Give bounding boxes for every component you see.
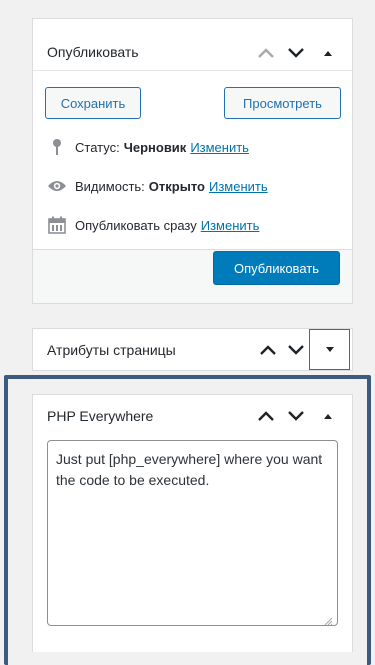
php-code-textarea[interactable]: Just put [php_everywhere] where you want…: [47, 440, 338, 626]
eye-icon: [47, 176, 67, 196]
calendar-icon: [47, 215, 67, 235]
edit-schedule-link[interactable]: Изменить: [201, 218, 260, 233]
publish-box: Опубликовать Сохранить Просмотреть Стату…: [32, 18, 353, 304]
php-everywhere-header: PHP Everywhere: [33, 395, 352, 432]
status-label: Статус:: [75, 139, 120, 155]
chevron-down-icon[interactable]: [284, 41, 308, 65]
chevron-down-icon[interactable]: [284, 338, 308, 362]
schedule-label: Опубликовать сразу: [75, 217, 197, 233]
status-value: Черновик: [123, 139, 187, 155]
pin-icon: [47, 137, 67, 157]
schedule-row: Опубликовать сразу Изменить: [47, 215, 259, 235]
php-everywhere-controls: [252, 395, 352, 432]
php-everywhere-title: PHP Everywhere: [47, 408, 154, 424]
save-draft-button[interactable]: Сохранить: [45, 87, 141, 119]
triangle-up-icon[interactable]: [316, 404, 340, 428]
preview-button[interactable]: Просмотреть: [224, 87, 341, 119]
chevron-down-icon[interactable]: [284, 404, 308, 428]
page-attributes-box: Атрибуты страницы: [32, 328, 353, 371]
page-attributes-title: Атрибуты страницы: [47, 342, 176, 358]
resize-grip-icon[interactable]: [323, 613, 333, 631]
visibility-label: Видимость:: [75, 178, 145, 194]
publish-actions: Опубликовать: [33, 249, 352, 303]
status-row: Статус: Черновик Изменить: [47, 137, 249, 157]
edit-visibility-link[interactable]: Изменить: [209, 179, 268, 194]
publish-button[interactable]: Опубликовать: [213, 251, 340, 285]
publish-box-title: Опубликовать: [47, 44, 139, 60]
php-everywhere-box: PHP Everywhere Just put [php_everywhere]…: [32, 394, 353, 652]
visibility-value: Открыто: [148, 178, 205, 194]
triangle-up-icon[interactable]: [316, 41, 340, 65]
publish-box-header: Опубликовать: [33, 19, 352, 71]
edit-status-link[interactable]: Изменить: [190, 140, 249, 155]
chevron-up-icon[interactable]: [254, 404, 278, 428]
publish-box-controls: [252, 19, 352, 70]
page-attributes-controls: [252, 329, 352, 370]
triangle-down-icon[interactable]: [309, 329, 350, 370]
chevron-up-icon[interactable]: [254, 41, 278, 65]
visibility-row: Видимость: Открыто Изменить: [47, 176, 268, 196]
chevron-up-icon[interactable]: [256, 338, 280, 362]
